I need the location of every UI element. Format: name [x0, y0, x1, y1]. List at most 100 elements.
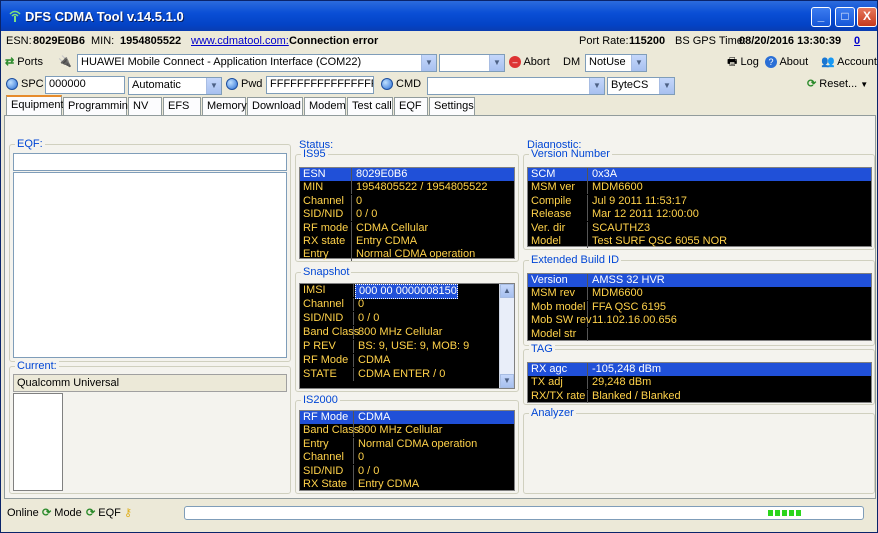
table-row[interactable]: Version AMSS 32 HVR [528, 274, 871, 287]
table-row[interactable]: RF Mode CDMA [300, 411, 514, 424]
row-value: Test SURF QSC 6055 NOR [592, 235, 728, 247]
analyzer-group: Analyzer [523, 407, 875, 494]
eqf-list[interactable] [13, 172, 287, 358]
tab-test-call[interactable]: Test call [347, 97, 393, 115]
row-key: Version [528, 274, 588, 287]
row-key: Band Class [300, 424, 359, 438]
version-group: Version Number SCM 0x3A MSM ver MDM6600 Comp… [523, 148, 875, 250]
table-row[interactable]: RX state Entry CDMA [300, 235, 514, 248]
reset-button[interactable]: ⟳ Reset... ▼ [807, 75, 868, 93]
table-row[interactable]: Channel 0 [300, 298, 514, 311]
table-row[interactable]: Compile Jul 9 2011 11:53:17 [528, 194, 871, 208]
encoding-select[interactable]: ByteCS ▼ [607, 77, 675, 95]
table-row[interactable]: SID/NID 0 / 0 [300, 464, 514, 478]
tab-programming[interactable]: Programming [63, 97, 134, 115]
table-row[interactable]: SID/NID 0 / 0 [300, 312, 514, 325]
minimize-button[interactable]: _ [811, 7, 831, 27]
cmd-select[interactable]: ▼ [427, 77, 605, 95]
account-button[interactable]: 👥 Account [821, 53, 877, 71]
row-key: MIN [300, 181, 352, 195]
table-row[interactable]: SID/NID 0 / 0 [300, 208, 514, 222]
title-bar[interactable]: DFS CDMA Tool v.14.5.1.0 _ □ X [1, 1, 877, 31]
tab-eqf[interactable]: EQF [394, 97, 428, 115]
table-row[interactable]: Channel 0 [300, 194, 514, 208]
table-row[interactable]: Entry Normal CDMA operation [300, 437, 514, 451]
row-key: Model [528, 235, 588, 248]
mode-select[interactable]: Automatic ▼ [128, 77, 222, 95]
pwd-button[interactable]: Pwd [226, 75, 262, 93]
row-key: Compile [528, 194, 588, 208]
table-row[interactable]: RX State Entry CDMA [300, 478, 514, 491]
toolbar-spc: SPC 000000 Automatic ▼ Pwd FFFFFFFFFFFFFF… [1, 75, 877, 95]
table-row[interactable]: Band Class 800 MHz Cellular [300, 326, 514, 339]
row-key: Entry [300, 437, 354, 451]
toolbar-ports: ⇄ Ports 🔌 HUAWEI Mobile Connect - Applic… [1, 52, 877, 74]
table-row[interactable]: IMSI 000 00 0000008150 [300, 284, 514, 299]
table-row[interactable]: SCM 0x3A [528, 168, 871, 181]
table-row[interactable]: MSM ver MDM6600 [528, 181, 871, 195]
maximize-button[interactable]: □ [835, 7, 855, 27]
progress-segment [782, 510, 787, 516]
table-row[interactable]: MIN 1954805522 / 1954805522 [300, 181, 514, 195]
table-row[interactable]: STATE CDMA ENTER / 0 [300, 368, 514, 381]
row-value: 11.102.16.00.656 [592, 314, 677, 327]
table-row[interactable]: Entry Normal CDMA operation [300, 248, 514, 262]
esn-label: ESN: [6, 35, 32, 47]
tab-settings[interactable]: Settings [429, 97, 475, 115]
current-group: Current: Qualcomm Universal [9, 360, 291, 494]
tab-download[interactable]: Download [247, 97, 303, 115]
ext-build-title: Extended Build ID [529, 254, 622, 266]
tab-modem[interactable]: Modem [304, 97, 346, 115]
progress-segment [775, 510, 780, 516]
table-row[interactable]: RF mode CDMA Cellular [300, 221, 514, 235]
connect-icon[interactable]: 🔌 [58, 53, 72, 71]
table-row[interactable]: Channel 0 [300, 451, 514, 465]
table-row[interactable]: Mob SW rev 11.102.16.00.656 [528, 314, 871, 328]
ports-button[interactable]: ⇄ Ports [5, 53, 43, 71]
table-row[interactable]: P REV BS: 9, USE: 9, MOB: 9 [300, 340, 514, 353]
min-value: 1954805522 [120, 35, 182, 47]
gps-link[interactable]: 0 [854, 35, 860, 47]
table-row[interactable]: RX/TX rate Blanked / Blanked [528, 389, 871, 403]
refresh-icon: ⟳ [42, 507, 52, 519]
row-value: 0 / 0 [358, 464, 380, 477]
dm-select[interactable]: NotUse ▼ [585, 54, 647, 72]
window-title: DFS CDMA Tool v.14.5.1.0 [25, 9, 184, 24]
tab-equipment[interactable]: Equipment [6, 95, 64, 116]
table-row[interactable]: ESN 8029E0B6 [300, 168, 514, 181]
table-row[interactable]: Mob model FFA QSC 6195 [528, 300, 871, 314]
table-row[interactable]: Model str [528, 327, 871, 341]
log-button[interactable]: 🖶 Log [727, 53, 759, 71]
tab-memory[interactable]: Memory [202, 97, 247, 115]
pwd-label: Pwd [241, 78, 263, 90]
row-key: RX State [300, 478, 354, 491]
cmd-button[interactable]: CMD [381, 75, 421, 93]
table-row[interactable]: Ver. dir SCAUTHZ3 [528, 221, 871, 235]
table-row[interactable]: TX adj 29,248 dBm [528, 376, 871, 390]
port-select[interactable]: HUAWEI Mobile Connect - Application Inte… [77, 54, 437, 72]
close-button[interactable]: X [857, 7, 877, 27]
app-window: DFS CDMA Tool v.14.5.1.0 _ □ X ESN: 8029… [0, 0, 878, 533]
pwd-input[interactable]: FFFFFFFFFFFFFFFF [266, 76, 374, 94]
spc-input[interactable]: 000000 [45, 76, 125, 94]
table-row[interactable]: MSM rev MDM6600 [528, 287, 871, 301]
tab-nv[interactable]: NV [128, 97, 162, 115]
table-row[interactable]: Model Test SURF QSC 6055 NOR [528, 235, 871, 248]
eqf-header-field[interactable] [13, 153, 287, 171]
connection-status: Connection error [289, 35, 379, 47]
spc-button[interactable]: SPC [6, 75, 44, 93]
table-row[interactable]: Band Class 800 MHz Cellular [300, 424, 514, 438]
tag-table: RX agc -105,248 dBm TX adj 29,248 dBm RX/TX … [527, 362, 872, 403]
pwd-icon [226, 78, 238, 91]
about-button[interactable]: ? About [765, 53, 808, 71]
abort-button[interactable]: – Abort [509, 53, 550, 71]
website-link[interactable]: www.cdmatool.com: [191, 35, 289, 47]
table-row[interactable]: RF Mode CDMA [300, 354, 514, 367]
row-key: ESN [300, 168, 352, 181]
table-row[interactable]: Release Mar 12 2011 12:00:00 [528, 208, 871, 222]
dm-label: DM [563, 56, 581, 68]
key-icon: ⚷ [124, 507, 133, 519]
tab-efs[interactable]: EFS [163, 97, 201, 115]
port-aux-select[interactable]: ▼ [439, 54, 505, 72]
table-row[interactable]: RX agc -105,248 dBm [528, 363, 871, 376]
